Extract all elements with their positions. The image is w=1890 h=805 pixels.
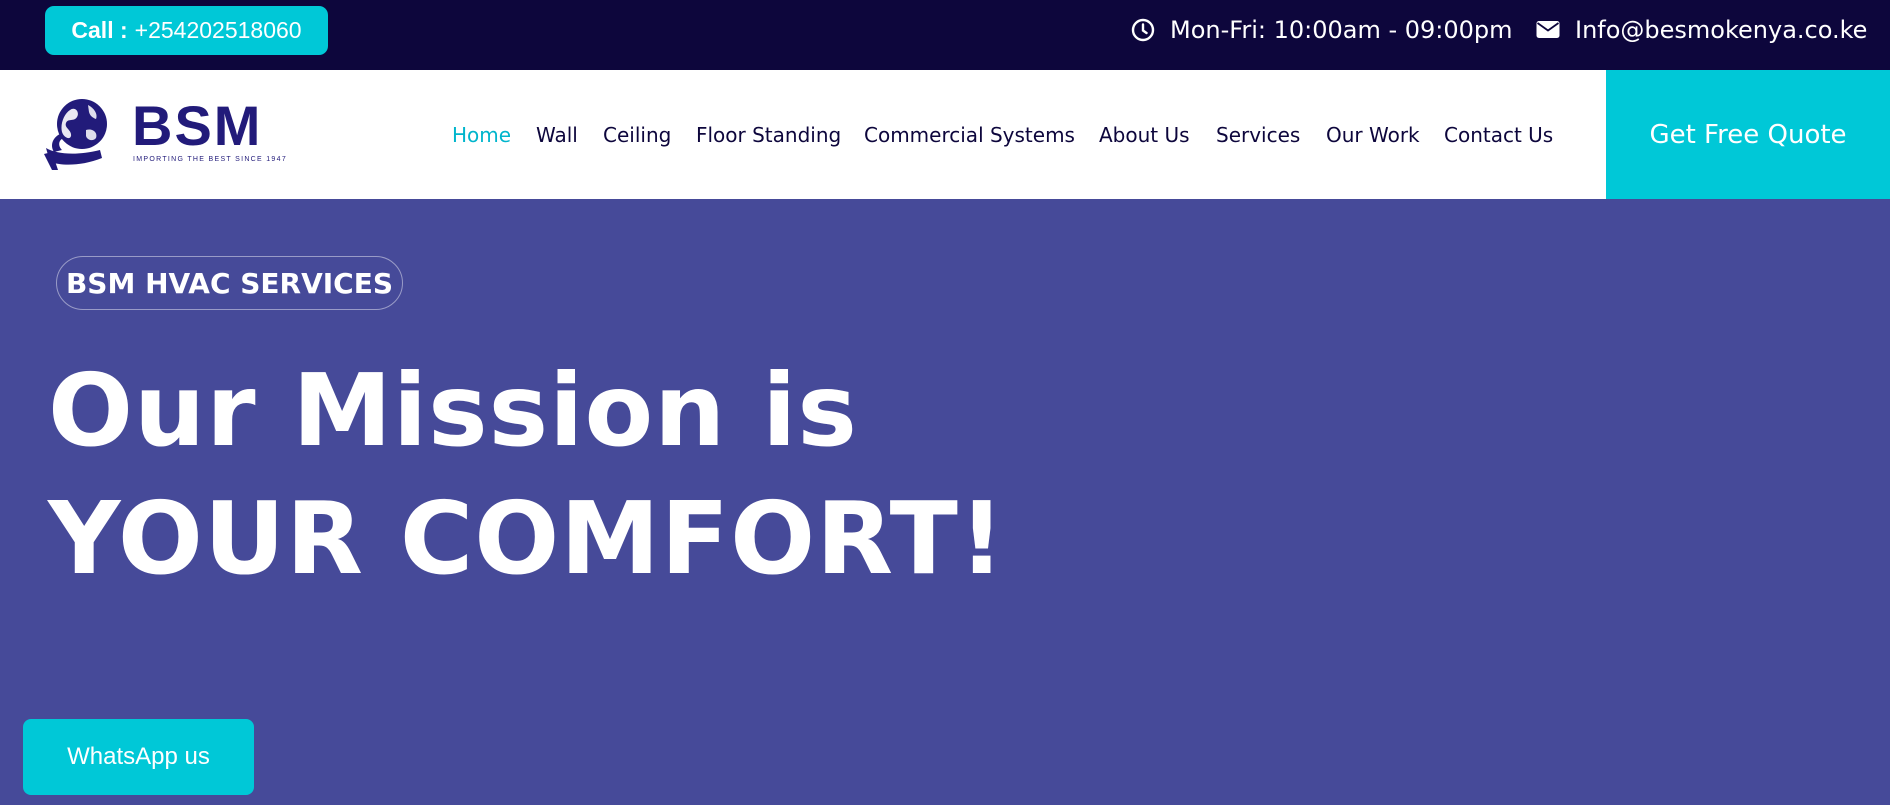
whatsapp-button[interactable]: WhatsApp us <box>23 719 254 795</box>
get-free-quote-button[interactable]: Get Free Quote <box>1606 70 1890 199</box>
call-label: Call : <box>71 17 128 43</box>
hero-heading-line-1: Our Mission is <box>48 352 858 469</box>
call-number: +254202518060 <box>134 17 302 43</box>
nav-home[interactable]: Home <box>452 122 511 148</box>
opening-hours: Mon-Fri: 10:00am - 09:00pm <box>1131 12 1513 48</box>
envelope-icon <box>1536 20 1560 40</box>
nav-contact-us[interactable]: Contact Us <box>1444 122 1553 148</box>
nav-our-work[interactable]: Our Work <box>1326 122 1420 148</box>
hours-text: Mon-Fri: 10:00am - 09:00pm <box>1170 16 1513 44</box>
hero-badge: BSM HVAC SERVICES <box>56 256 403 310</box>
call-button[interactable]: Call : +254202518060 <box>45 6 328 55</box>
nav-services[interactable]: Services <box>1216 122 1300 148</box>
email-link[interactable]: Info@besmokenya.co.ke <box>1536 12 1867 48</box>
hero-heading-line-2: YOUR COMFORT! <box>48 480 1006 597</box>
email-text: Info@besmokenya.co.ke <box>1575 16 1868 44</box>
main-nav: Home Wall Ceiling Floor Standing Commerc… <box>0 70 1605 199</box>
top-bar: Call : +254202518060 Mon-Fri: 10:00am - … <box>0 0 1890 70</box>
nav-wall[interactable]: Wall <box>536 122 578 148</box>
nav-commercial-systems[interactable]: Commercial Systems <box>864 122 1075 148</box>
clock-icon <box>1131 18 1155 42</box>
nav-floor-standing[interactable]: Floor Standing <box>696 122 841 148</box>
main-header: BSM IMPORTING THE BEST SINCE 1947 Home W… <box>0 70 1890 199</box>
nav-ceiling[interactable]: Ceiling <box>603 122 671 148</box>
nav-about-us[interactable]: About Us <box>1099 122 1190 148</box>
